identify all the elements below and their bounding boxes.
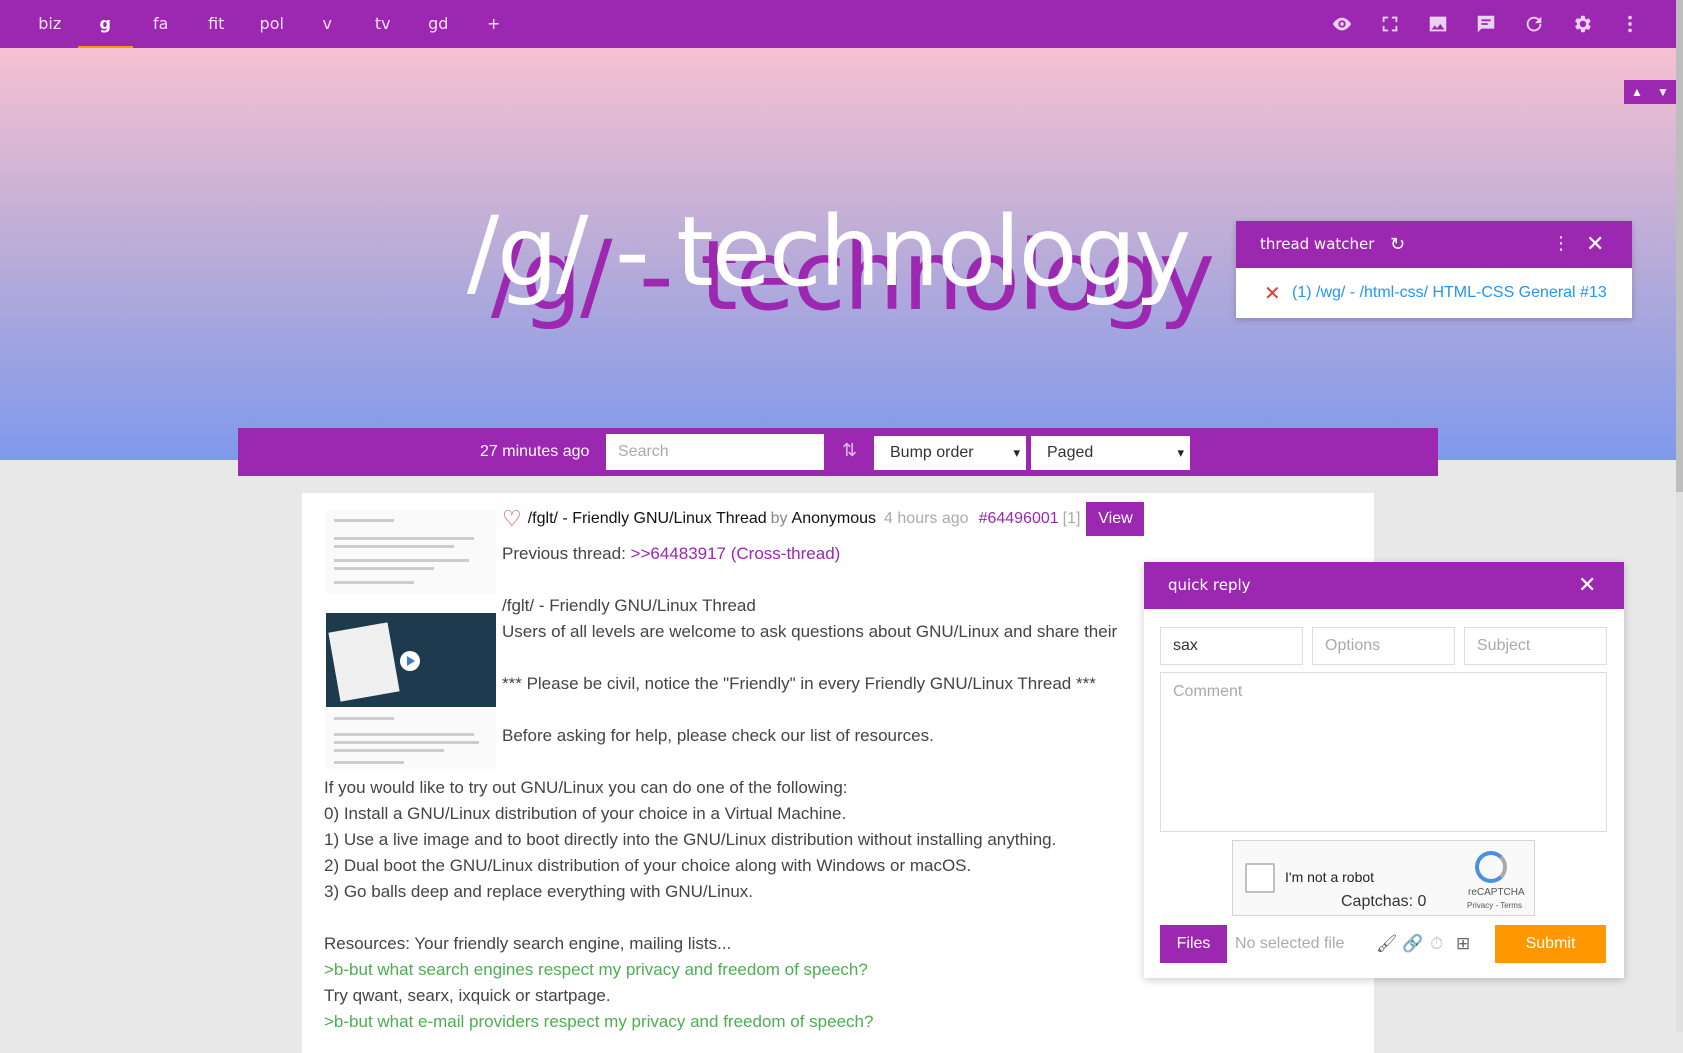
submit-button[interactable]: Submit (1495, 925, 1606, 963)
cross-thread-link[interactable]: >>64483917 (Cross-thread) (631, 544, 841, 563)
refresh-icon[interactable] (1510, 0, 1558, 48)
watched-thread-link[interactable]: (1) /wg/ - /html-css/ HTML-CSS General #… (1292, 268, 1607, 318)
options-field[interactable] (1312, 627, 1455, 665)
board-tab-biz[interactable]: biz (22, 0, 78, 48)
recaptcha-logo-icon (1475, 851, 1507, 883)
captcha-terms-link[interactable]: Privacy - Terms (1467, 901, 1522, 910)
last-updated: 27 minutes ago (480, 443, 590, 460)
watched-thread-item: ✕ (1) /wg/ - /html-css/ HTML-CSS General… (1236, 268, 1632, 318)
board-tab-fit[interactable]: fit (189, 0, 245, 48)
recaptcha-widget: I'm not a robot Captchas: 0 reCAPTCHA Pr… (1232, 840, 1535, 916)
chat-icon[interactable] (1462, 0, 1510, 48)
post-header: ♡ /fglt/ - Friendly GNU/Linux Thread by … (502, 501, 1145, 537)
quick-reply-panel: quick reply ✕ I'm not a robot Captchas: … (1144, 562, 1624, 978)
board-tab-fa[interactable]: fa (133, 0, 189, 48)
board-tabs: biz g fa fit pol v tv gd + (22, 0, 522, 48)
add-box-icon[interactable]: ⊞ (1456, 934, 1470, 954)
comment-field[interactable] (1160, 672, 1607, 832)
board-tab-tv[interactable]: tv (355, 0, 411, 48)
close-icon[interactable]: ✕ (1578, 572, 1596, 598)
remove-icon[interactable]: ✕ (1264, 281, 1281, 306)
thread-watcher-panel: thread watcher ↻ ⋮ ✕ ✕ (1) /wg/ - /html-… (1236, 221, 1632, 318)
more-vert-icon[interactable]: ⋮ (1552, 233, 1570, 254)
post-time: 4 hours ago (884, 510, 969, 527)
scroll-down-icon[interactable]: ▼ (1650, 80, 1676, 104)
captcha-checkbox[interactable] (1245, 863, 1275, 893)
name-field[interactable] (1160, 627, 1303, 665)
quick-reply-header[interactable]: quick reply ✕ (1144, 562, 1624, 609)
body-line: Try qwant, searx, ixquick or startpage. (324, 986, 611, 1005)
scroll-thumb[interactable] (1676, 0, 1683, 492)
settings-icon[interactable] (1558, 0, 1606, 48)
board-tab-v[interactable]: v (300, 0, 356, 48)
reply-count: [1] (1062, 510, 1081, 527)
poster-name: Anonymous (791, 510, 877, 527)
quick-reply-title: quick reply (1168, 576, 1251, 594)
sort-direction-icon[interactable]: ⇅ (842, 440, 857, 461)
add-board-tab[interactable]: + (466, 0, 522, 48)
more-vert-icon[interactable] (1606, 0, 1654, 48)
scroll-arrows: ▲ ▼ (1624, 80, 1676, 104)
thread-watcher-title: thread watcher (1260, 235, 1375, 253)
prev-thread-label: Previous thread: (502, 544, 631, 563)
board-toolbar: 27 minutes ago ⇅ Bump order Paged (238, 428, 1438, 476)
eye-icon[interactable] (1318, 0, 1366, 48)
link-icon[interactable]: 🔗 (1402, 934, 1423, 954)
top-icons (1318, 0, 1654, 48)
view-mode-select[interactable]: Paged (1031, 436, 1190, 470)
image-icon[interactable] (1414, 0, 1462, 48)
refresh-icon[interactable]: ↻ (1390, 234, 1405, 255)
board-tab-g[interactable]: g (77, 0, 134, 48)
fullscreen-icon[interactable] (1366, 0, 1414, 48)
no-file-label: No selected file (1235, 935, 1345, 952)
search-input[interactable] (606, 434, 824, 470)
top-nav-bar: biz g fa fit pol v tv gd + (0, 0, 1676, 48)
scroll-up-icon[interactable]: ▲ (1624, 80, 1650, 104)
post-number[interactable]: #64496001 (979, 510, 1059, 528)
sort-order-select[interactable]: Bump order (874, 436, 1026, 470)
post-subject: /fglt/ - Friendly GNU/Linux Thread (527, 510, 767, 527)
thread-watcher-header[interactable]: thread watcher ↻ ⋮ ✕ (1236, 221, 1632, 268)
subject-field[interactable] (1464, 627, 1607, 665)
format-paint-icon[interactable]: 🖌 (1376, 934, 1398, 954)
captcha-brand: reCAPTCHA (1468, 887, 1525, 898)
captcha-count: Captchas: 0 (1341, 893, 1427, 910)
view-thread-button[interactable]: View (1086, 502, 1145, 536)
board-tab-pol[interactable]: pol (244, 0, 300, 48)
heart-icon[interactable]: ♡ (502, 506, 522, 532)
board-tab-gd[interactable]: gd (411, 0, 467, 48)
post-by: by (770, 510, 788, 527)
greentext-line: >b-but what e-mail providers respect my … (324, 1012, 874, 1031)
files-button[interactable]: Files (1160, 925, 1227, 963)
close-icon[interactable]: ✕ (1586, 231, 1604, 257)
captcha-label: I'm not a robot (1285, 869, 1375, 885)
timer-icon[interactable]: ⏱ (1430, 934, 1443, 954)
page-scrollbar[interactable] (1676, 0, 1683, 1032)
